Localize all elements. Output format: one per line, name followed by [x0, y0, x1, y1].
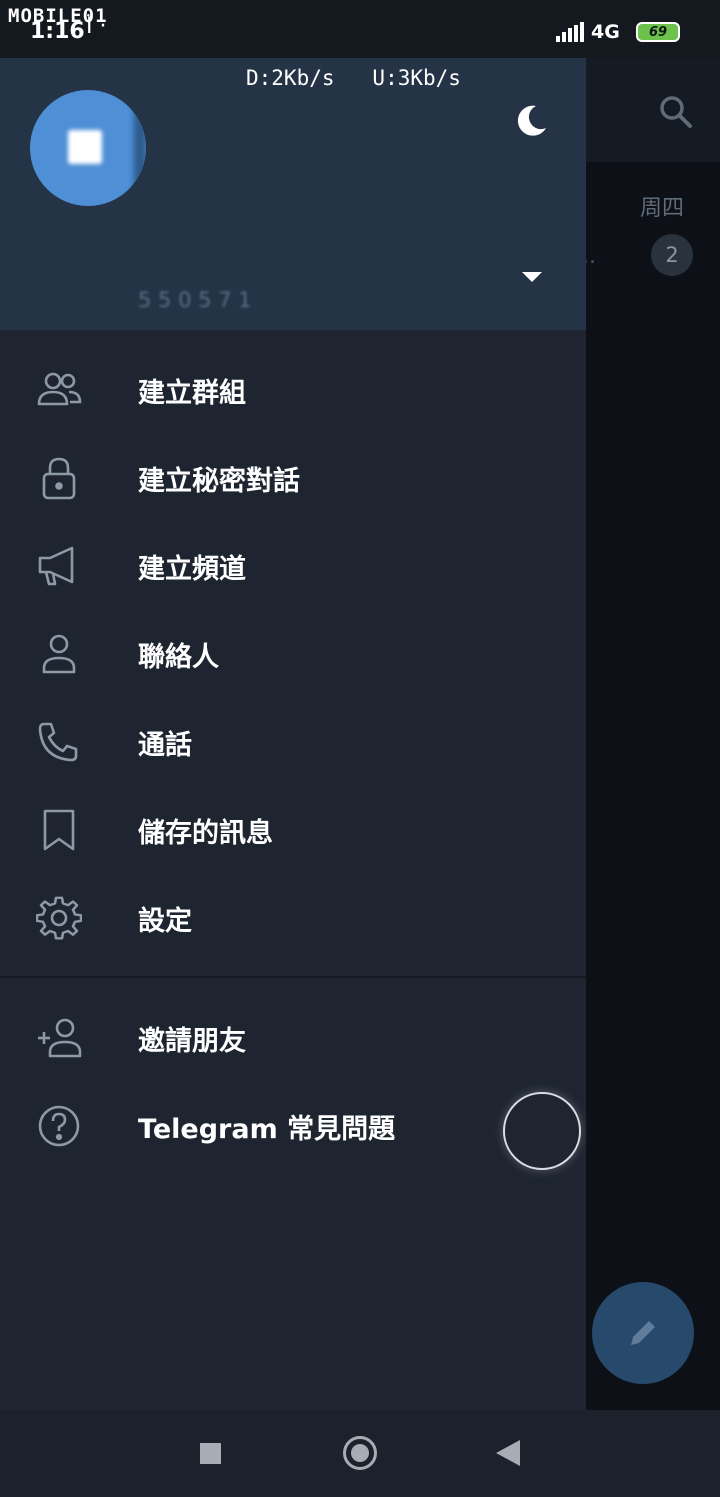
moon-icon[interactable]	[512, 102, 550, 140]
menu-label: 聯絡人	[138, 642, 219, 673]
menu-divider	[0, 976, 586, 978]
touch-indicator	[503, 1092, 581, 1170]
menu-label: 通話	[138, 730, 192, 761]
menu-item-saved-messages[interactable]: 儲存的訊息	[0, 786, 586, 874]
network-type: 4G	[591, 21, 620, 43]
avatar[interactable]	[30, 90, 146, 206]
home-button[interactable]	[343, 1436, 377, 1470]
chat-date: 周四	[640, 196, 685, 221]
gear-icon	[36, 896, 82, 940]
recents-button[interactable]	[200, 1443, 221, 1464]
status-bar: MOBILE01 1:16 I · 4G 69	[0, 0, 720, 58]
menu-label: 建立頻道	[138, 554, 246, 585]
menu-label: 儲存的訊息	[138, 818, 273, 849]
drawer-menu: 建立群組 建立秘密對話 建立頻道 聯絡人 通話 儲存的訊息 設定 邀請朋友 Te…	[0, 346, 586, 1170]
unread-badge: 2	[651, 234, 693, 276]
back-button[interactable]	[496, 1440, 520, 1466]
group-icon	[37, 372, 82, 406]
megaphone-icon	[38, 546, 74, 586]
lock-icon	[42, 457, 76, 500]
menu-label: 建立群組	[138, 378, 246, 409]
menu-item-contacts[interactable]: 聯絡人	[0, 610, 586, 698]
menu-item-new-channel[interactable]: 建立頻道	[0, 522, 586, 610]
search-icon[interactable]	[656, 92, 696, 132]
add-user-icon	[38, 1018, 82, 1058]
status-notification-icons: I ·	[86, 14, 107, 39]
bookmark-icon	[43, 809, 75, 851]
battery-level: 69	[648, 24, 668, 40]
status-time: 1:16	[30, 19, 85, 44]
menu-label: 設定	[138, 906, 192, 937]
pencil-icon	[631, 1321, 655, 1345]
phone-icon	[38, 722, 78, 762]
menu-label: 邀請朋友	[138, 1026, 246, 1057]
signal-icon	[556, 22, 584, 42]
menu-item-faq[interactable]: Telegram 常見問題	[0, 1082, 586, 1170]
contact-icon	[42, 634, 76, 674]
menu-label: 建立秘密對話	[138, 466, 300, 497]
avatar-edge	[134, 90, 146, 206]
menu-item-secret-chat[interactable]: 建立秘密對話	[0, 434, 586, 522]
menu-label: Telegram 常見問題	[138, 1114, 396, 1145]
drawer-header: D:2Kb/s U:3Kb/s 5 5 0 5 7 1	[0, 58, 586, 330]
battery-icon: 69	[636, 22, 680, 42]
menu-item-settings[interactable]: 設定	[0, 874, 586, 962]
avatar-initial	[68, 130, 102, 164]
network-speed: D:2Kb/s U:3Kb/s	[246, 66, 461, 90]
phone-number: 5 5 0 5 7 1	[138, 288, 252, 312]
system-navigation-bar	[0, 1410, 720, 1497]
menu-item-invite-friends[interactable]: 邀請朋友	[0, 994, 586, 1082]
menu-item-calls[interactable]: 通話	[0, 698, 586, 786]
chevron-down-icon[interactable]	[522, 272, 542, 284]
help-icon	[38, 1105, 80, 1147]
compose-button[interactable]	[592, 1282, 694, 1384]
navigation-drawer: D:2Kb/s U:3Kb/s 5 5 0 5 7 1 建立群組 建立秘密對話 …	[0, 58, 586, 1410]
menu-item-new-group[interactable]: 建立群組	[0, 346, 586, 434]
